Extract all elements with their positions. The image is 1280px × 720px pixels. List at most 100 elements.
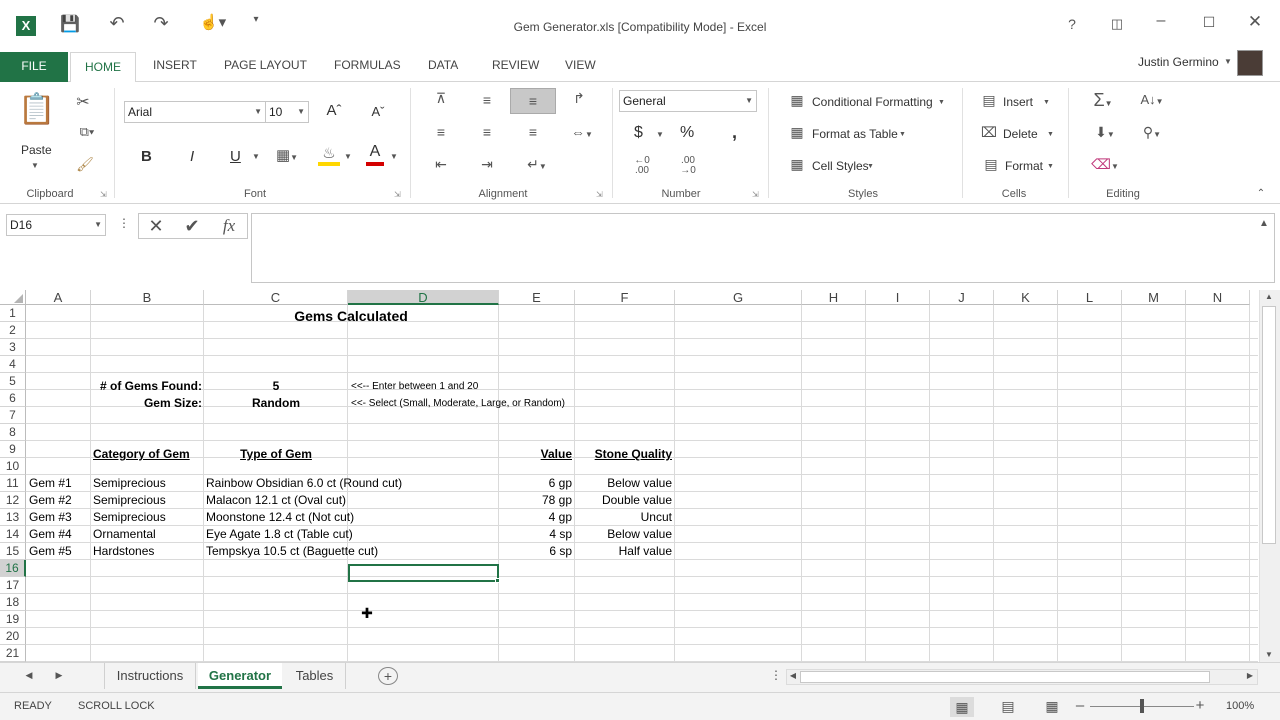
gem-value-cell[interactable]: 6 gp — [499, 475, 572, 492]
close-icon[interactable]: ✕ — [1246, 12, 1264, 32]
customize-qat-icon[interactable]: ▾ — [250, 14, 262, 25]
cut-icon[interactable]: ✂ — [74, 92, 92, 112]
tab-review[interactable]: REVIEW — [492, 58, 539, 72]
orientation-icon[interactable]: ↱ — [568, 90, 590, 107]
collapse-formula-bar-icon[interactable]: ▲ — [1258, 218, 1270, 229]
column-header-n[interactable]: N — [1186, 290, 1250, 305]
column-header-m[interactable]: M — [1122, 290, 1186, 305]
cancel-icon[interactable]: ✕ — [145, 216, 167, 237]
shrink-font-icon[interactable]: Aˇ — [368, 104, 388, 119]
scroll-down-icon[interactable]: ▼ — [1262, 650, 1276, 659]
gem-quality-cell[interactable]: Half value — [575, 543, 672, 560]
name-box[interactable]: D16 ▼ — [6, 214, 106, 236]
autosum-icon[interactable]: Σ▼ — [1086, 90, 1120, 111]
scroll-tabs-left-icon[interactable]: ◀ — [24, 670, 34, 681]
gem-value-cell[interactable]: 4 sp — [499, 526, 572, 543]
gem-size-value[interactable]: Random — [204, 395, 348, 412]
format-painter-icon[interactable]: 🖌 — [76, 156, 94, 173]
row-header-20[interactable]: 20 — [0, 628, 26, 645]
insert-function-icon[interactable]: fx — [216, 216, 242, 236]
tab-data[interactable]: DATA — [428, 58, 458, 72]
paste-dropdown-icon[interactable]: ▼ — [31, 161, 39, 170]
sort-filter-icon[interactable]: A↓▼ — [1136, 92, 1168, 107]
sheet-tab-tables[interactable]: Tables — [284, 663, 346, 689]
gem-type-cell[interactable]: Moonstone 12.4 ct (Not cut) — [206, 509, 354, 526]
format-as-table-icon[interactable]: ▦ — [788, 124, 806, 141]
fill-color-icon[interactable]: ♨ — [318, 144, 340, 166]
gems-found-value[interactable]: 5 — [204, 378, 348, 395]
wrap-text-icon[interactable]: ↵▼ — [520, 156, 554, 173]
insert-cells-button[interactable]: Insert — [1003, 95, 1033, 109]
gem-type-cell[interactable]: Rainbow Obsidian 6.0 ct (Round cut) — [206, 475, 402, 492]
redo-icon[interactable]: ↷ — [150, 13, 172, 34]
column-header-k[interactable]: K — [994, 290, 1058, 305]
format-cells-icon[interactable]: ▤ — [982, 156, 1000, 173]
collapse-ribbon-icon[interactable]: ⌃ — [1254, 188, 1268, 199]
gem-category-cell[interactable]: Ornamental — [93, 526, 156, 543]
chevron-down-icon[interactable]: ▼ — [1043, 99, 1050, 106]
gem-type-cell[interactable]: Malacon 12.1 ct (Oval cut) — [206, 492, 346, 509]
row-header-19[interactable]: 19 — [0, 611, 26, 628]
page-layout-view-icon[interactable]: ▤ — [998, 698, 1018, 715]
column-header-j[interactable]: J — [930, 290, 994, 305]
number-launcher-icon[interactable]: ⇲ — [752, 190, 759, 199]
chevron-down-icon[interactable]: ▼ — [1047, 131, 1054, 138]
gem-size-note[interactable]: <<- Select (Small, Moderate, Large, or R… — [351, 395, 565, 412]
align-right-icon[interactable]: ≡ — [522, 124, 544, 140]
row-header-3[interactable]: 3 — [0, 339, 26, 356]
align-left-icon[interactable]: ≡ — [430, 124, 452, 140]
minimize-icon[interactable]: – — [1152, 12, 1170, 30]
zoom-level[interactable]: 100% — [1226, 700, 1254, 712]
gem-id-cell[interactable]: Gem #2 — [29, 492, 72, 509]
page-break-view-icon[interactable]: ▦ — [1042, 698, 1062, 715]
column-header-h[interactable]: H — [802, 290, 866, 305]
font-name-combo[interactable]: Arial ▼ — [124, 101, 266, 123]
gem-quality-cell[interactable]: Double value — [575, 492, 672, 509]
increase-decimal-icon[interactable]: ←0.00 — [630, 156, 654, 176]
column-header-i[interactable]: I — [866, 290, 930, 305]
header-quality[interactable]: Stone Quality — [575, 446, 672, 463]
fill-handle[interactable] — [495, 578, 500, 583]
row-header-6[interactable]: 6 — [0, 390, 26, 407]
gem-id-cell[interactable]: Gem #1 — [29, 475, 72, 492]
tab-home[interactable]: HOME — [70, 52, 136, 83]
row-header-21[interactable]: 21 — [0, 645, 26, 662]
align-top-icon[interactable]: ⊼ — [430, 90, 452, 107]
ribbon-display-icon[interactable]: ◫ — [1108, 16, 1126, 32]
font-launcher-icon[interactable]: ⇲ — [394, 190, 401, 199]
gem-category-cell[interactable]: Semiprecious — [93, 509, 166, 526]
currency-button[interactable]: $ — [634, 124, 643, 142]
borders-icon[interactable]: ▦▼ — [272, 146, 302, 164]
gems-found-note[interactable]: <<-- Enter between 1 and 20 — [351, 378, 478, 395]
gem-type-cell[interactable]: Eye Agate 1.8 ct (Table cut) — [206, 526, 353, 543]
vertical-scroll-thumb[interactable] — [1262, 306, 1276, 544]
gem-id-cell[interactable]: Gem #3 — [29, 509, 72, 526]
scroll-up-icon[interactable]: ▲ — [1262, 292, 1276, 301]
number-format-combo[interactable]: General ▼ — [619, 90, 757, 112]
column-header-e[interactable]: E — [499, 290, 575, 305]
delete-cells-icon[interactable]: ⌧ — [980, 124, 998, 141]
format-cells-button[interactable]: Format — [1005, 159, 1043, 173]
fill-icon[interactable]: ⬇▼ — [1088, 124, 1122, 141]
scroll-left-icon[interactable]: ◀ — [788, 671, 798, 680]
tab-insert[interactable]: INSERT — [153, 58, 197, 72]
zoom-slider-thumb[interactable] — [1140, 699, 1144, 713]
touch-mode-icon[interactable]: ☝▾ — [198, 13, 228, 31]
column-header-l[interactable]: L — [1058, 290, 1122, 305]
row-header-7[interactable]: 7 — [0, 407, 26, 424]
gem-value-cell[interactable]: 78 gp — [499, 492, 572, 509]
cell-styles-icon[interactable]: ▦ — [788, 156, 806, 173]
help-icon[interactable]: ? — [1064, 16, 1080, 32]
selected-cell[interactable] — [348, 564, 499, 582]
underline-dropdown-icon[interactable]: ▼ — [252, 152, 260, 161]
gem-quality-cell[interactable]: Below value — [575, 526, 672, 543]
alignment-launcher-icon[interactable]: ⇲ — [596, 190, 603, 199]
tab-page-layout[interactable]: PAGE LAYOUT — [224, 58, 307, 72]
header-category[interactable]: Category of Gem — [93, 446, 190, 463]
gem-category-cell[interactable]: Semiprecious — [93, 475, 166, 492]
sheet-tab-instructions[interactable]: Instructions — [104, 663, 196, 689]
gem-value-cell[interactable]: 4 gp — [499, 509, 572, 526]
merge-center-icon[interactable]: ⇔▼ — [564, 124, 600, 140]
row-header-1[interactable]: 1 — [0, 305, 26, 322]
gems-found-label[interactable]: # of Gems Found: — [91, 378, 202, 395]
